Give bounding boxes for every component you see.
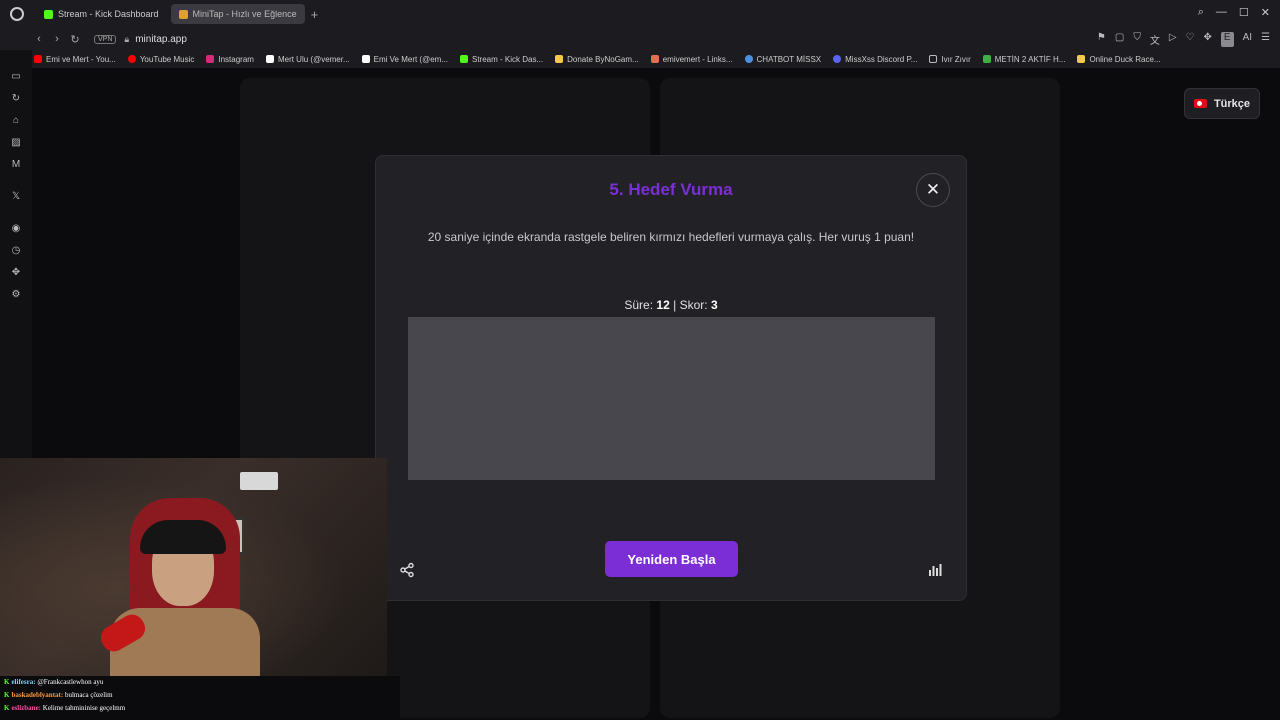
- chat-message: Kelifesra: @Frankcastlewhon ayu: [4, 678, 104, 686]
- bookmarks-bar: Emi ve Mert - You... YouTube Music Insta…: [0, 50, 1280, 68]
- leaderboard-button[interactable]: [924, 559, 946, 581]
- translate-icon[interactable]: 文: [1150, 32, 1160, 47]
- menu-icon[interactable]: ☰: [1261, 32, 1270, 47]
- settings-icon[interactable]: ⚙: [12, 288, 21, 302]
- instagram-icon: [206, 55, 215, 63]
- language-selector[interactable]: Türkçe: [1184, 88, 1260, 119]
- bookmark-item[interactable]: Stream - Kick Das...: [460, 55, 543, 64]
- game-modal: 5. Hedef Vurma ✕ 20 saniye içinde ekrand…: [375, 155, 967, 601]
- webcam-streamer-hat: [140, 520, 226, 554]
- address-bar: ‹ › ↻ VPN 🔒︎ minitap.app ⚑ ▢ ⛉ 文 ▷ ♡ ✥ E…: [0, 28, 1280, 50]
- player-icon[interactable]: ▭: [11, 70, 20, 84]
- bookmark-item[interactable]: Donate ByNoGam...: [555, 55, 639, 64]
- turkey-flag-icon: [1193, 99, 1207, 108]
- restart-button[interactable]: Yeniden Başla: [605, 541, 738, 577]
- score-value: 3: [710, 298, 718, 312]
- webcam-wall-sign: [240, 472, 278, 490]
- folder-icon: [929, 55, 938, 63]
- bookmark-item[interactable]: Online Duck Race...: [1077, 55, 1161, 64]
- kick-badge-icon: K: [4, 691, 10, 699]
- bookmark-item[interactable]: emivemert - Links...: [650, 55, 733, 64]
- url-field[interactable]: minitap.app: [135, 34, 187, 45]
- game-area[interactable]: [408, 317, 935, 480]
- vpn-badge[interactable]: VPN: [94, 34, 117, 44]
- x-icon: [361, 55, 370, 63]
- bookmark-item[interactable]: CHATBOT MİSSX: [744, 55, 821, 64]
- minitap-icon: [178, 9, 188, 19]
- window-controls: ⌕ — ☐ ✕: [1198, 6, 1270, 19]
- toolbar-icons: ⚑ ▢ ⛉ 文 ▷ ♡ ✥ E AI ☰: [1097, 32, 1270, 47]
- bookmark-item[interactable]: Mert Ulu (@vemer...: [265, 55, 350, 64]
- workspaces-icon[interactable]: ⌂: [13, 114, 19, 128]
- bookmark-item[interactable]: Emi ve Mert - You...: [34, 55, 116, 64]
- share-icon: [400, 562, 414, 578]
- youtube-music-icon: [127, 55, 136, 63]
- metin2-icon: [982, 55, 991, 63]
- new-tab-button[interactable]: +: [311, 7, 319, 22]
- chatbot-icon: [744, 55, 753, 63]
- play-icon[interactable]: ▷: [1169, 32, 1177, 47]
- kick-badge-icon: K: [4, 678, 10, 686]
- snapshot-icon[interactable]: ▢: [1115, 32, 1124, 47]
- bookmark-folder[interactable]: Ivır Zıvır: [929, 55, 971, 64]
- maximize-button[interactable]: ☐: [1239, 6, 1249, 19]
- browser-logo-icon[interactable]: [10, 7, 24, 21]
- minimize-button[interactable]: —: [1216, 6, 1227, 19]
- tiktok-icon: [265, 55, 274, 63]
- extensions-icon[interactable]: ✥: [1204, 32, 1212, 47]
- close-window-button[interactable]: ✕: [1261, 6, 1270, 19]
- mail-icon[interactable]: M: [12, 158, 20, 172]
- close-button[interactable]: ✕: [916, 173, 950, 207]
- stats-separator: |: [673, 298, 677, 312]
- profile-icon[interactable]: E: [1220, 32, 1234, 47]
- browser-tab-bar: Stream - Kick Dashboard MiniTap - Hızlı …: [0, 0, 1280, 28]
- tab-kick-dashboard[interactable]: Stream - Kick Dashboard: [36, 4, 167, 24]
- donate-icon: [555, 55, 564, 63]
- share-button[interactable]: [396, 559, 418, 581]
- duck-race-icon: [1077, 55, 1086, 63]
- linktree-icon: [650, 55, 659, 63]
- search-icon[interactable]: ⌕: [1198, 6, 1204, 19]
- browser-sidebar: ▭ ↻ ⌂ ▨ M 𝕏 ◉ ◷ ✥ ⚙: [0, 50, 32, 460]
- bookmark-item[interactable]: Emi Ve Mert (@em...: [361, 55, 448, 64]
- youtube-icon: [34, 55, 42, 63]
- history-icon[interactable]: ↻: [12, 92, 20, 106]
- kick-icon: [460, 55, 468, 63]
- extensions-icon[interactable]: ✥: [12, 266, 20, 280]
- clock-icon[interactable]: ◷: [12, 244, 21, 258]
- aria-icon[interactable]: ◉: [12, 222, 21, 236]
- stream-chat-overlay: Kelifesra: @Frankcastlewhon ayu Kbaskade…: [0, 676, 400, 720]
- shield-icon[interactable]: ⛉: [1133, 32, 1141, 47]
- bookmark-item[interactable]: MissXss Discord P...: [833, 55, 917, 64]
- forward-button[interactable]: ›: [48, 33, 66, 45]
- webcam-overlay: [0, 458, 387, 676]
- pinboard-icon[interactable]: ▨: [11, 136, 20, 150]
- x-icon[interactable]: 𝕏: [12, 190, 20, 204]
- close-icon: ✕: [925, 180, 941, 199]
- kick-badge-icon: K: [4, 704, 10, 712]
- time-value: 12: [656, 298, 670, 312]
- score-label: Skor:: [679, 298, 708, 312]
- game-description: 20 saniye içinde ekranda rastgele belire…: [427, 230, 915, 244]
- bookmark-item[interactable]: YouTube Music: [127, 55, 194, 64]
- time-label: Süre:: [624, 298, 654, 312]
- reload-button[interactable]: ↻: [66, 33, 84, 46]
- game-stats: Süre: 12 | Skor: 3: [376, 298, 966, 312]
- chat-message: Kbaskadeblyantat: bulmaca çözelim: [4, 691, 113, 699]
- back-button[interactable]: ‹: [30, 33, 48, 45]
- game-title: 5. Hedef Vurma: [609, 180, 733, 199]
- kick-icon: [44, 9, 53, 19]
- bar-chart-icon: [929, 564, 942, 576]
- discord-icon: [833, 55, 842, 63]
- ai-button[interactable]: AI: [1243, 32, 1252, 47]
- bookmark-item[interactable]: METİN 2 AKTİF H...: [982, 55, 1065, 64]
- heart-icon[interactable]: ♡: [1186, 32, 1195, 47]
- bookmark-item[interactable]: Instagram: [206, 55, 254, 64]
- bookmark-icon[interactable]: ⚑: [1097, 32, 1106, 47]
- lock-icon: 🔒︎: [124, 33, 130, 44]
- chat-message: Keslizbane: Kelime tahmininise geçelmm: [4, 704, 126, 712]
- tab-minitap[interactable]: MiniTap - Hızlı ve Eğlence: [170, 4, 305, 24]
